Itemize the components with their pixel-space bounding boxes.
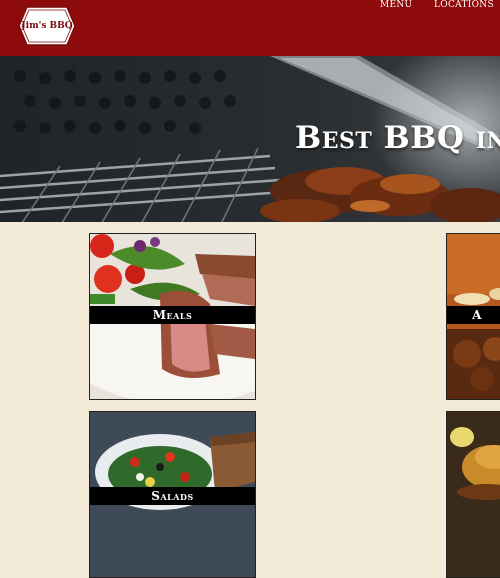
hero-banner: Best BBQ in bbox=[0, 56, 500, 222]
category-card-burgers[interactable] bbox=[446, 411, 500, 578]
logo[interactable]: Jim's BBQ bbox=[17, 5, 77, 47]
category-card-salads[interactable]: Salads bbox=[89, 411, 256, 578]
site-header: Jim's BBQ MENU LOCATIONS bbox=[0, 0, 500, 56]
category-card-appetizers[interactable]: A bbox=[446, 233, 500, 400]
category-label-meals: Meals bbox=[90, 306, 255, 324]
category-label-salads: Salads bbox=[90, 487, 255, 505]
burgers-food-image bbox=[447, 412, 500, 577]
logo-text: Jim's BBQ bbox=[21, 21, 73, 31]
nav-menu-link[interactable]: MENU bbox=[380, 0, 412, 10]
category-card-meals[interactable]: Meals bbox=[89, 233, 256, 400]
hero-title: Best BBQ in bbox=[295, 120, 500, 156]
nav-locations-link[interactable]: LOCATIONS bbox=[434, 0, 494, 10]
category-label-appetizers: A bbox=[447, 306, 500, 324]
